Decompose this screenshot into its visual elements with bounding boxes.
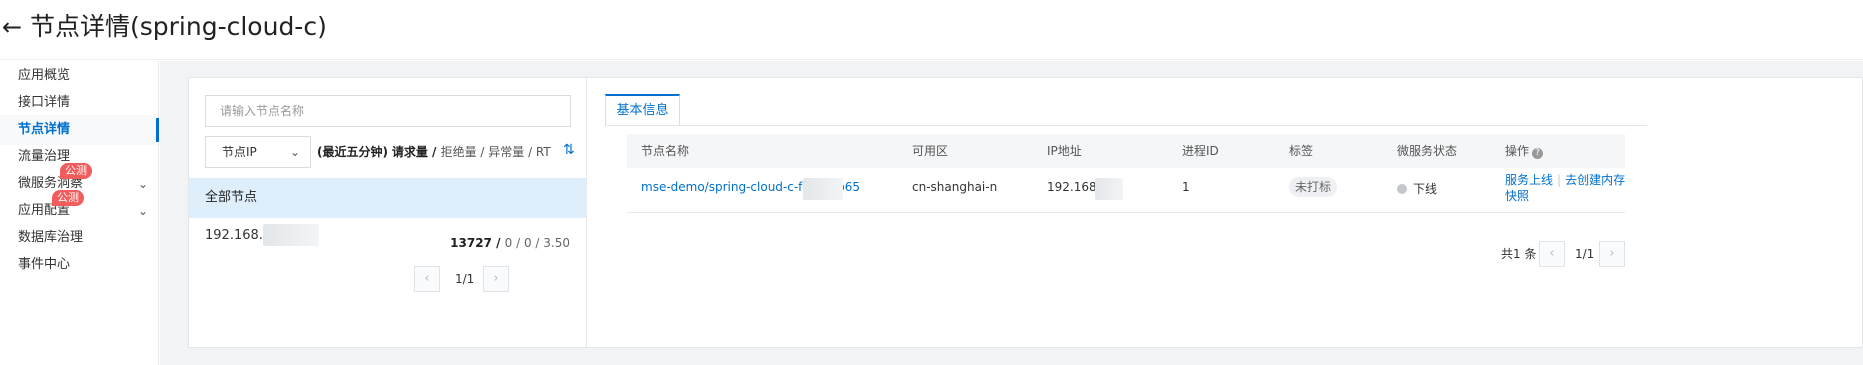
beta-badge: 公测 [52, 190, 84, 206]
zone-value: cn-shanghai-n [912, 180, 998, 194]
tag-badge: 未打标 [1289, 177, 1338, 197]
status-dot-icon [1397, 184, 1407, 194]
sidebar-item-database-governance[interactable]: 数据库治理 [0, 223, 158, 253]
node-list-item[interactable]: 192.168. 13727 / 0 / 0 / 3.50 [189, 218, 586, 273]
sidebar-item-node-detail[interactable]: 节点详情 [0, 115, 159, 145]
all-nodes-item[interactable]: 全部节点 [189, 178, 586, 218]
actions-cell: 服务上线 | 去创建内存 快照 [1505, 172, 1625, 204]
column-header: IP地址 [1047, 144, 1082, 158]
sidebar-item-label: 接口详情 [18, 95, 71, 110]
sort-icon[interactable]: ⇅ [563, 142, 575, 158]
metrics-legend: (最近五分钟) 请求量 / 拒绝量 / 异常量 / RT [317, 145, 551, 159]
tab-basic-info[interactable]: 基本信息 [605, 94, 680, 126]
main-content: 节点IP ⌄ (最近五分钟) 请求量 / 拒绝量 / 异常量 / RT ⇅ 全部… [160, 61, 1863, 365]
action-separator: | [1557, 173, 1562, 187]
sidebar-item-app-overview[interactable]: 应用概览 [0, 61, 158, 91]
chevron-down-icon: ⌄ [289, 145, 300, 159]
column-header: 可用区 [912, 144, 949, 158]
page-title: 节点详情(spring-cloud-c) [30, 12, 327, 41]
metrics-window: (最近五分钟) [317, 145, 388, 159]
node-filter-select[interactable]: 节点IP ⌄ [205, 136, 311, 168]
node-list-panel: 节点IP ⌄ (最近五分钟) 请求量 / 拒绝量 / 异常量 / RT ⇅ 全部… [189, 78, 587, 347]
back-arrow-icon[interactable]: ← [2, 12, 22, 42]
ip-value: 192.168. [1047, 180, 1101, 194]
column-header: 标签 [1289, 144, 1314, 158]
chevron-down-icon[interactable]: ⌄ [138, 169, 148, 199]
create-heap-snapshot-link-wrap[interactable]: 快照 [1505, 189, 1529, 203]
tag-cell: 未打标 [1289, 177, 1338, 197]
sidebar-item-label: 数据库治理 [18, 230, 84, 245]
next-page-button[interactable]: › [1599, 241, 1625, 267]
sidebar-item-label: 流量治理 [18, 149, 71, 164]
page-header: ← 节点详情(spring-cloud-c) [0, 0, 1863, 60]
prev-page-button[interactable]: ‹ [414, 266, 440, 292]
node-panel: 节点IP ⌄ (最近五分钟) 请求量 / 拒绝量 / 异常量 / RT ⇅ 全部… [188, 77, 1863, 348]
status-cell: 下线 [1397, 180, 1437, 197]
column-header-actions: 操作? [1505, 134, 1544, 168]
node-stats-rest: 0 / 0 / 3.50 [504, 236, 570, 250]
masked-name-blur [803, 178, 843, 200]
sidebar-item-event-center[interactable]: 事件中心 [0, 250, 158, 280]
node-ip: 192.168. [205, 228, 263, 243]
sidebar: 应用概览 接口详情 节点详情 流量治理 微服务洞察 公测 ⌄ 应用配置 公测 ⌄… [0, 61, 159, 365]
table-row: mse-demo/spring-cloud-c-f58f97b65 cn-sha… [627, 168, 1625, 213]
column-header-label: 操作 [1505, 144, 1530, 158]
metric-request-label[interactable]: 请求量 [392, 145, 428, 159]
help-icon[interactable]: ? [1532, 148, 1544, 159]
sidebar-item-label: 节点详情 [18, 122, 71, 137]
status-text: 下线 [1413, 182, 1438, 196]
node-stats: 13727 / 0 / 0 / 3.50 [450, 236, 570, 250]
sidebar-item-label: 应用概览 [18, 68, 71, 83]
next-page-button[interactable]: › [483, 266, 509, 292]
column-header: 微服务状态 [1397, 144, 1458, 158]
chevron-down-icon[interactable]: ⌄ [138, 196, 148, 226]
beta-badge: 公测 [60, 163, 92, 179]
sidebar-item-label: 事件中心 [18, 257, 71, 272]
column-header: 进程ID [1182, 144, 1219, 158]
page-indicator: 1/1 [1575, 247, 1595, 261]
masked-ip-blur [263, 224, 319, 246]
sidebar-item-interface-detail[interactable]: 接口详情 [0, 88, 158, 118]
prev-page-button[interactable]: ‹ [1539, 241, 1565, 267]
sidebar-item-app-config[interactable]: 应用配置 公测 ⌄ [0, 190, 158, 226]
node-detail-panel: 基本信息 节点名称 可用区 IP地址 进程ID 标签 微服务状态 操作? mse… [587, 78, 1862, 347]
table-header: 节点名称 可用区 IP地址 进程ID 标签 微服务状态 操作? [627, 134, 1625, 168]
node-search-input[interactable] [205, 95, 571, 127]
column-header: 节点名称 [641, 144, 690, 158]
page-indicator: 1/1 [455, 272, 475, 286]
total-count: 共1 条 [1501, 247, 1537, 261]
metric-other-labels[interactable]: 拒绝量 / 异常量 / RT [441, 145, 551, 159]
service-online-link[interactable]: 服务上线 [1505, 173, 1553, 187]
select-value: 节点IP [222, 145, 257, 159]
tab-divider [605, 125, 1647, 126]
node-request-count: 13727 [450, 236, 492, 250]
masked-ip-blur [1095, 178, 1123, 200]
create-heap-snapshot-link[interactable]: 去创建内存 [1565, 173, 1625, 187]
pid-value: 1 [1182, 180, 1190, 194]
